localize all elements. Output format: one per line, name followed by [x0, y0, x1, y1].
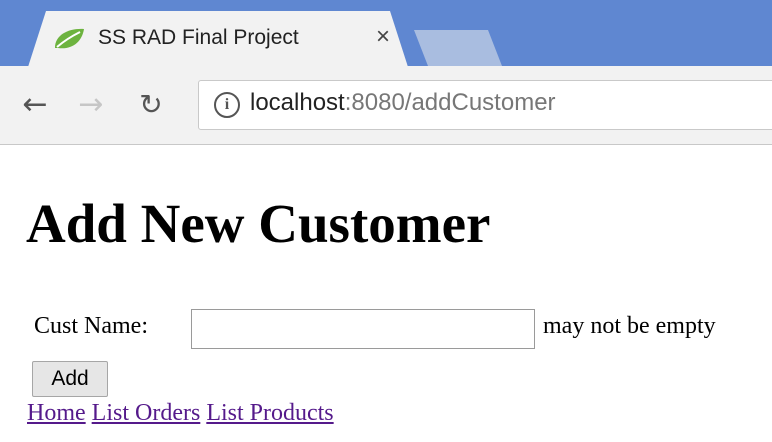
url-host: localhost — [250, 89, 345, 116]
url-text[interactable]: localhost:8080/addCustomer — [250, 89, 556, 117]
list-products-link[interactable]: List Products — [206, 400, 333, 426]
add-button[interactable]: Add — [32, 361, 108, 397]
forward-arrow-icon[interactable]: → — [76, 87, 106, 123]
cust-name-label: Cust Name: — [34, 313, 148, 339]
url-path: :8080/addCustomer — [344, 89, 556, 116]
tab-title: SS RAD Final Project — [98, 26, 299, 49]
page-title: Add New Customer — [26, 193, 491, 254]
validation-error: may not be empty — [543, 313, 716, 339]
home-link[interactable]: Home — [27, 400, 86, 426]
spring-leaf-icon — [52, 26, 86, 52]
back-arrow-icon[interactable]: ← — [20, 87, 50, 123]
nav-links: Home List Orders List Products — [27, 400, 334, 427]
info-icon[interactable]: i — [214, 92, 240, 118]
cust-name-input[interactable] — [191, 309, 535, 349]
new-tab-button[interactable] — [414, 30, 502, 66]
list-orders-link[interactable]: List Orders — [92, 400, 201, 426]
tab-close-icon[interactable]: × — [376, 24, 390, 50]
reload-icon[interactable]: ↻ — [136, 87, 166, 123]
